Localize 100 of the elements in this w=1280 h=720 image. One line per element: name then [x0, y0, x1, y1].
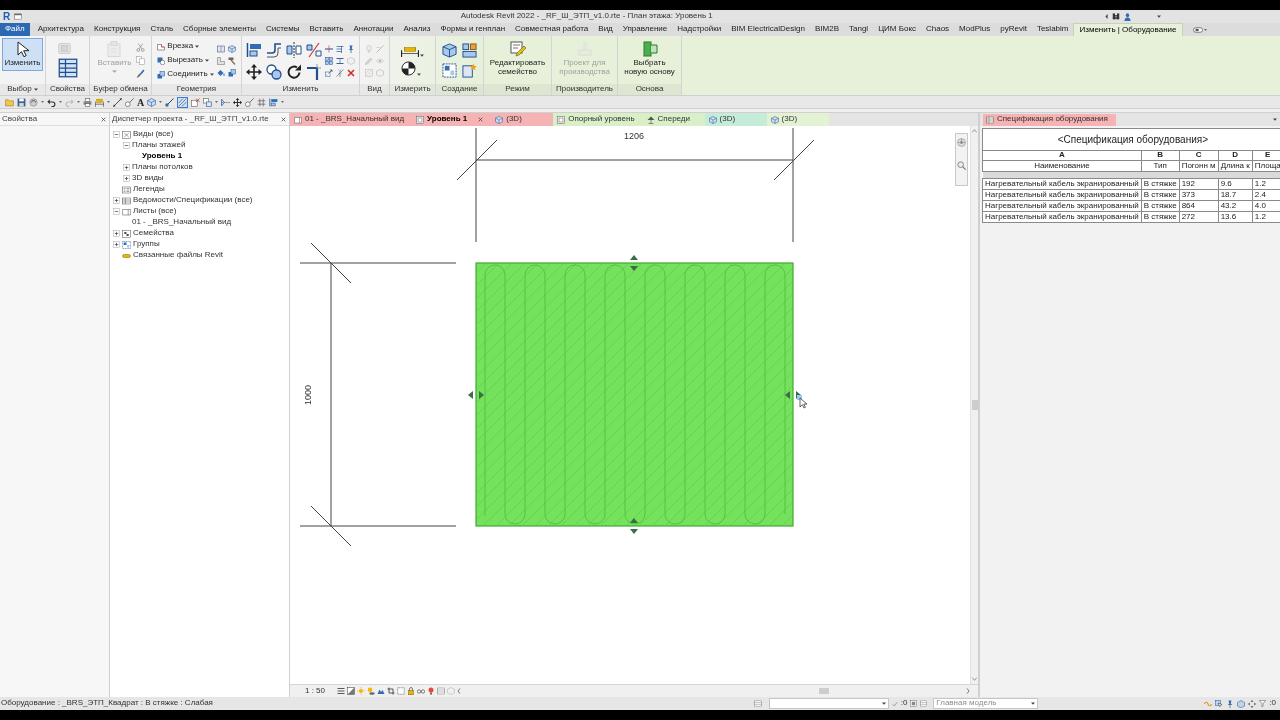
hammer-icon[interactable] — [227, 56, 236, 65]
delete-icon[interactable] — [347, 68, 355, 77]
caret-icon[interactable] — [1157, 15, 1161, 18]
caret-icon[interactable] — [33, 88, 38, 91]
user-icon[interactable] — [1124, 12, 1131, 21]
ribbon-tab[interactable]: Формы и генплан — [435, 23, 511, 36]
dimension-icon[interactable] — [401, 45, 419, 57]
scissors-icon[interactable] — [136, 43, 146, 52]
expand-icon[interactable] — [123, 164, 130, 171]
tree-item[interactable]: Листы (все) — [133, 207, 177, 216]
check-mark-icon[interactable] — [891, 700, 898, 707]
measure-icon[interactable] — [113, 97, 122, 107]
cope-button[interactable]: Врезка — [157, 41, 200, 52]
align-icon[interactable] — [269, 97, 279, 107]
copy-shapes-icon[interactable] — [266, 63, 282, 80]
caret-icon[interactable] — [77, 101, 80, 103]
ribbon-tab[interactable]: Анализ — [398, 23, 436, 36]
printer-icon[interactable] — [83, 97, 92, 107]
ribbon-tab[interactable]: pyRevit — [995, 23, 1032, 36]
ribbon-tab[interactable]: Вид — [593, 23, 618, 36]
split-panel-icon[interactable] — [216, 44, 225, 53]
tree-item[interactable]: Связанные файлы Revit — [133, 251, 223, 260]
grip-icon[interactable] — [630, 255, 638, 271]
ribbon-tab[interactable]: Teslabim — [1031, 23, 1074, 36]
trim-icon[interactable] — [306, 63, 322, 80]
shadow-icon[interactable] — [367, 687, 375, 695]
list-icon[interactable] — [753, 700, 762, 707]
drag-icon[interactable] — [1248, 699, 1257, 708]
join-icon[interactable] — [227, 68, 236, 77]
view-tab[interactable]: Опорный уровень — [553, 113, 643, 126]
ribbon-tab[interactable]: ЦИМ Бокс — [873, 23, 921, 36]
grip-icon[interactable] — [630, 518, 638, 534]
tree-item[interactable]: Виды (все) — [133, 130, 174, 139]
tag-icon[interactable] — [125, 97, 134, 107]
column-letter[interactable]: E — [1252, 150, 1280, 161]
ribbon-tab[interactable]: Изменить | Оборудование — [1073, 23, 1183, 36]
ribbon-tab[interactable]: Системы — [261, 23, 305, 36]
close-icon[interactable] — [478, 117, 484, 122]
expand-icon[interactable] — [123, 175, 130, 182]
column-header[interactable]: Площа — [1252, 160, 1280, 172]
caret-left-icon[interactable] — [1105, 14, 1108, 19]
ribbon-tab[interactable]: Сталь — [145, 23, 179, 36]
grip-icon[interactable] — [785, 391, 801, 399]
blocks-icon[interactable] — [462, 43, 477, 58]
expand-icon[interactable] — [113, 241, 120, 248]
glasses-icon[interactable] — [417, 687, 425, 695]
pushpin-icon[interactable] — [1226, 699, 1235, 708]
sync-icon[interactable] — [29, 97, 38, 107]
zoom-icon[interactable] — [957, 161, 966, 170]
target-icon[interactable] — [401, 60, 416, 76]
window-icon[interactable] — [14, 13, 23, 20]
star-square-icon[interactable] — [462, 63, 477, 78]
split-icon[interactable] — [325, 44, 333, 53]
view-tab[interactable]: 01 - _BRS_Начальный вид — [290, 113, 413, 126]
ribbon-tab[interactable]: Архитектура — [32, 23, 89, 36]
filter-icon[interactable] — [1259, 700, 1267, 707]
caret-icon[interactable] — [420, 53, 424, 57]
array-icon[interactable] — [325, 56, 333, 65]
view-tab[interactable]: (3D) — [491, 113, 554, 126]
collapse-icon[interactable] — [113, 208, 120, 215]
scrollbar-thumb[interactable] — [971, 400, 978, 410]
dimension-text[interactable]: 1206 — [624, 131, 644, 141]
square-icon[interactable] — [910, 700, 918, 707]
close-icon[interactable] — [101, 116, 106, 122]
tree-item[interactable]: Планы этажей — [132, 141, 186, 150]
steering-wheel-icon[interactable] — [957, 138, 966, 147]
tree-item[interactable]: Уровень 1 — [142, 152, 183, 161]
column-letter[interactable]: A — [982, 150, 1142, 161]
grid-icon[interactable] — [257, 97, 267, 107]
binoculars-icon[interactable] — [1112, 13, 1120, 20]
ribbon-tab[interactable]: Надстройки — [672, 23, 727, 36]
text-button[interactable]: A — [137, 96, 145, 108]
tree-item[interactable]: Легенды — [133, 185, 165, 194]
caret-icon[interactable] — [1203, 28, 1207, 31]
caret-icon[interactable] — [417, 72, 421, 76]
ribbon-tab[interactable]: Совместная работа — [510, 23, 594, 36]
tree-item[interactable]: Семейства — [133, 229, 174, 238]
level-icon[interactable] — [221, 97, 231, 107]
brush-icon[interactable] — [136, 69, 146, 78]
expand-icon[interactable] — [113, 230, 120, 237]
scrollbar-thumb[interactable] — [818, 688, 829, 694]
switch-windows-icon[interactable] — [203, 97, 213, 107]
cube-icon[interactable] — [147, 97, 157, 107]
view-scale[interactable]: 1 : 50 — [305, 686, 325, 696]
tree-item[interactable]: 3D виды — [132, 174, 164, 183]
ribbon-tab[interactable]: BIM ElectricalDesign — [726, 23, 810, 36]
app-logo[interactable]: R — [3, 11, 11, 22]
ribbon-tab[interactable]: Сборные элементы — [178, 23, 261, 36]
trim-multiple-icon[interactable] — [336, 44, 344, 53]
close-windows-icon[interactable] — [191, 97, 201, 107]
caret-icon[interactable] — [159, 101, 163, 103]
pick-host-button[interactable]: Выбрать новую основу — [619, 38, 680, 80]
caret-icon[interactable] — [41, 101, 44, 103]
close-icon[interactable] — [281, 116, 286, 122]
unpin-icon[interactable] — [336, 68, 344, 77]
ribbon-tab[interactable]: Вставить — [304, 23, 349, 36]
tree-item[interactable]: Группы — [133, 240, 160, 249]
column-header[interactable]: Погонн м — [1179, 160, 1219, 172]
properties-icon[interactable] — [57, 58, 78, 78]
caret-icon[interactable] — [281, 101, 285, 103]
